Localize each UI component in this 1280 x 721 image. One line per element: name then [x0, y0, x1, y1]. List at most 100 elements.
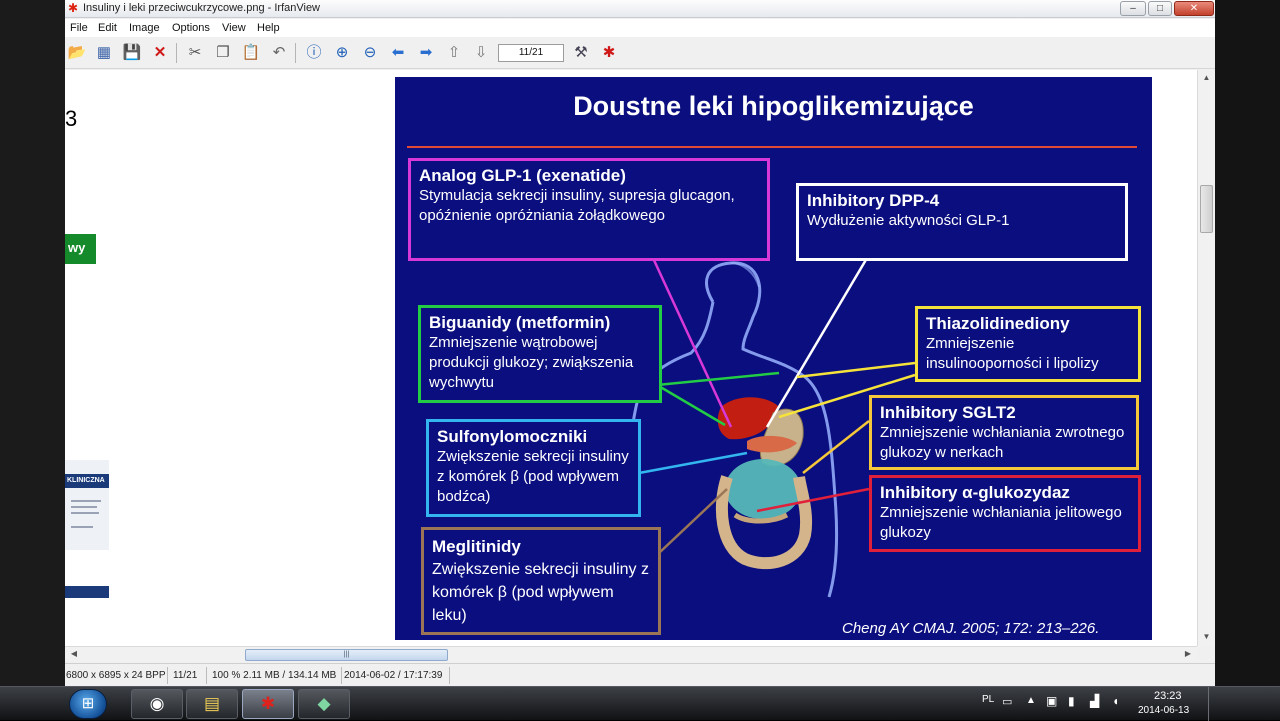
start-button[interactable]: ⊞ [69, 689, 107, 719]
close-button[interactable]: ✕ [1174, 1, 1214, 16]
volume-icon[interactable]: ◖ [1112, 694, 1119, 708]
menu-options[interactable]: Options [172, 22, 210, 34]
clock-time[interactable]: 23:23 [1154, 690, 1182, 702]
windows-taskbar: ⊞ ◉ ▤ ✱ ◆ PL ▭ ▲ ▣ ▮ ▟ ◖ 23:23 2014-06-1… [0, 686, 1280, 721]
next-icon[interactable]: ➡ [416, 43, 436, 63]
info-icon[interactable]: ⓘ [304, 43, 324, 63]
page-number-field[interactable]: 11/21 [498, 44, 564, 62]
chrome-taskbar-icon[interactable]: ◉ [131, 689, 183, 719]
slide-title: Doustne leki hipoglikemizujące [573, 91, 974, 121]
glp1-box: Analog GLP-1 (exenatide) Stymulacja sekr… [408, 158, 770, 261]
scroll-right-arrow-icon[interactable]: ▶ [1182, 649, 1194, 661]
meglitinidy-box: Meglitinidy Zwiększenie sekrecji insulin… [421, 527, 661, 635]
menu-help[interactable]: Help [257, 22, 280, 34]
page-up-icon[interactable]: ⇧ [444, 43, 464, 63]
meglitinidy-title: Meglitinidy [432, 537, 521, 556]
status-separator [341, 667, 342, 684]
biguanidy-title: Biguanidy (metformin) [429, 313, 611, 332]
sulfonylomoczniki-title: Sulfonylomoczniki [437, 427, 588, 446]
status-separator [206, 667, 207, 684]
slide-title-rule [407, 146, 1137, 148]
cut-icon[interactable]: ✂ [185, 43, 205, 63]
scroll-up-arrow-icon[interactable]: ▲ [1201, 73, 1212, 85]
menu-view[interactable]: View [222, 22, 246, 34]
settings-icon[interactable]: ⚒ [571, 43, 591, 63]
open-icon[interactable]: 📂 [67, 43, 87, 63]
document-line [71, 526, 93, 528]
biguanidy-connector-upper [656, 371, 780, 387]
slideshow-icon[interactable]: ▦ [94, 43, 114, 63]
network-icon[interactable]: ▟ [1090, 694, 1099, 708]
status-separator [167, 667, 168, 684]
language-indicator[interactable]: PL [982, 694, 994, 705]
zoom-out-icon[interactable]: ⊖ [360, 43, 380, 63]
dpp4-title: Inhibitory DPP-4 [807, 191, 940, 210]
left-document-strip [65, 586, 109, 598]
vertical-scrollbar[interactable]: ▲ ▼ [1197, 70, 1215, 646]
toolbar: 📂 ▦ 💾 ✕ ✂ ❐ 📋 ↶ ⓘ ⊕ ⊖ ⬅ ➡ ⇧ ⇩ 11/21 ⚒ ✱ [65, 37, 1215, 69]
status-bar: 6800 x 6895 x 24 BPP 11/21 100 % 2.11 MB… [65, 663, 1215, 686]
dpp4-text: Wydłużenie aktywności GLP-1 [807, 212, 1010, 229]
zoom-in-icon[interactable]: ⊕ [332, 43, 352, 63]
sglt2-text: Zmniejszenie wchłaniania zwrotnego gluko… [880, 424, 1125, 461]
keyboard-icon[interactable]: ▭ [1002, 695, 1012, 708]
window-title: Insuliny i leki przeciwcukrzycowe.png - … [83, 2, 320, 14]
outside-left-area [0, 0, 65, 720]
status-separator [449, 667, 450, 684]
irfanview-taskbar-icon[interactable]: ✱ [242, 689, 294, 719]
scroll-down-arrow-icon[interactable]: ▼ [1201, 632, 1212, 644]
sglt2-connector [802, 420, 870, 474]
slide-citation: Cheng AY CMAJ. 2005; 172: 213–226. [842, 620, 1100, 637]
title-bar[interactable]: ✱ Insuliny i leki przeciwcukrzycowe.png … [65, 0, 1215, 18]
outside-right-area [1215, 0, 1280, 720]
page-down-icon[interactable]: ⇩ [471, 43, 491, 63]
dpp4-connector [765, 257, 869, 428]
document-line [71, 512, 99, 514]
sglt2-title: Inhibitory SGLT2 [880, 403, 1016, 422]
tray-app-icon[interactable]: ▣ [1046, 694, 1057, 708]
irfanview-app-icon: ✱ [68, 1, 79, 15]
document-line [71, 500, 101, 502]
status-zoom-memory: 100 % 2.11 MB / 134.14 MB [212, 670, 337, 681]
delete-icon[interactable]: ✕ [150, 43, 170, 63]
status-dimensions: 6800 x 6895 x 24 BPP [66, 670, 166, 681]
biguanidy-box: Biguanidy (metformin) Zmniejszenie wątro… [418, 305, 662, 403]
paste-icon[interactable]: 📋 [241, 43, 261, 63]
irfanview-icon[interactable]: ✱ [599, 43, 619, 63]
left-page-number: 3 [65, 106, 78, 131]
explorer-taskbar-icon[interactable]: ▤ [186, 689, 238, 719]
battery-icon[interactable]: ▮ [1068, 694, 1075, 708]
dpp4-box: Inhibitory DPP-4 Wydłużenie aktywności G… [796, 183, 1128, 261]
left-document-thumbnail: KLINICZNA [65, 460, 109, 550]
sulfonylomoczniki-text: Zwiększenie sekrecji insuliny z komórek … [437, 448, 629, 505]
alfa-text: Zmniejszenie wchłaniania jelitowego gluk… [880, 504, 1122, 541]
irfanview-window: ✱ Insuliny i leki przeciwcukrzycowe.png … [65, 0, 1215, 686]
scroll-left-arrow-icon[interactable]: ◀ [68, 649, 80, 661]
sulfonylomoczniki-box: Sulfonylomoczniki Zwiększenie sekrecji i… [426, 419, 641, 517]
glp1-connector [651, 257, 733, 428]
menu-file[interactable]: File [70, 22, 88, 34]
horizontal-scrollbar[interactable]: ◀ ||| ▶ [65, 646, 1197, 662]
document-line [71, 506, 97, 508]
left-green-label: wy [65, 234, 96, 264]
clock-date[interactable]: 2014-06-13 [1138, 705, 1189, 716]
undo-icon[interactable]: ↶ [269, 43, 289, 63]
show-hidden-icons-icon[interactable]: ▲ [1026, 695, 1036, 706]
menu-edit[interactable]: Edit [98, 22, 117, 34]
maximize-button[interactable]: □ [1148, 1, 1172, 16]
image-viewport[interactable]: 3 wy KLINICZNA Doustne leki hipoglikemiz… [65, 70, 1215, 646]
menu-image[interactable]: Image [129, 22, 160, 34]
minimize-button[interactable]: – [1120, 1, 1146, 16]
thiazolidinediony-text: Zmniejszenie insulinooporności i lipoliz… [926, 335, 1099, 372]
show-desktop-button[interactable] [1208, 687, 1216, 721]
horizontal-scroll-thumb[interactable]: ||| [245, 649, 448, 661]
sglt2-box: Inhibitory SGLT2 Zmniejszenie wchłaniani… [869, 395, 1139, 470]
biguanidy-text: Zmniejszenie wątrobowej produkcji glukoz… [429, 334, 634, 391]
glp1-text: Stymulacja sekrecji insuliny, supresja g… [419, 187, 735, 224]
media-taskbar-icon[interactable]: ◆ [298, 689, 350, 719]
save-icon[interactable]: 💾 [122, 43, 142, 63]
alfa-box: Inhibitory α-glukozydaz Zmniejszenie wch… [869, 475, 1141, 552]
copy-icon[interactable]: ❐ [213, 43, 233, 63]
vertical-scroll-thumb[interactable] [1200, 185, 1213, 233]
previous-icon[interactable]: ⬅ [388, 43, 408, 63]
